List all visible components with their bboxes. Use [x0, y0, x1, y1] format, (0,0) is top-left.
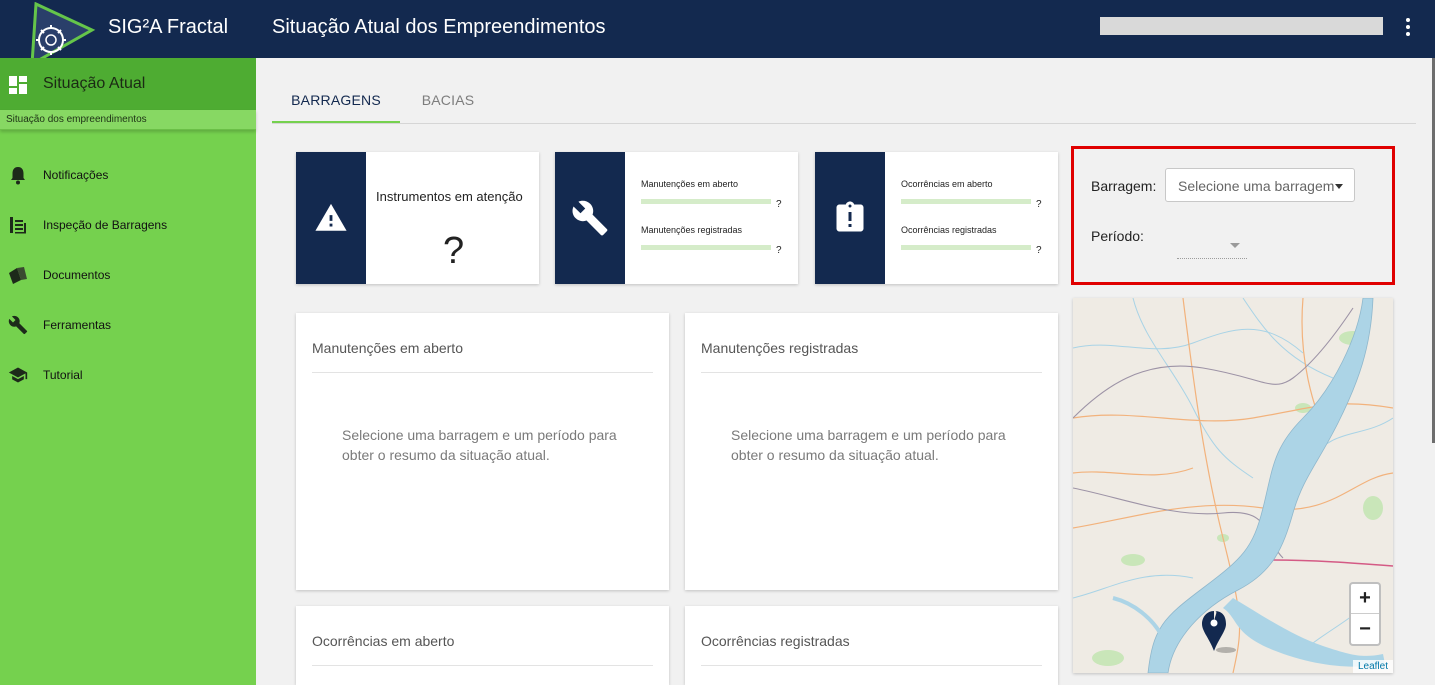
divider [312, 665, 653, 666]
manutencoes-card[interactable]: Manutenções em aberto ? Manutenções regi… [555, 152, 798, 284]
map-zoom-control: + − [1349, 582, 1381, 646]
sidebar: Situação Atual Situação dos empreendimen… [0, 58, 256, 685]
ocorrencias-registradas-label: Ocorrências registradas [901, 225, 997, 235]
top-app-bar: SIG²A Fractal Situação Atual dos Empreen… [0, 0, 1435, 62]
map-attribution-link[interactable]: Leaflet [1352, 660, 1393, 673]
barragem-select[interactable]: Selecione uma barragem [1165, 168, 1355, 202]
chevron-down-icon [1335, 184, 1343, 189]
sidebar-item-situacao-atual[interactable]: Situação Atual [0, 58, 256, 110]
bell-icon [11, 167, 25, 185]
ocorrencias-aberto-label: Ocorrências em aberto [901, 179, 993, 189]
ocorrencias-registradas-panel: Ocorrências registradas [685, 606, 1058, 685]
panel-title: Manutenções em aberto [312, 340, 463, 356]
sidebar-item-documentos[interactable]: Documentos [0, 256, 256, 296]
panel-title: Ocorrências registradas [701, 633, 850, 649]
map-marker-icon[interactable] [1202, 611, 1236, 653]
ocorrencias-aberto-bar [901, 199, 1031, 204]
periodo-label: Período: [1091, 228, 1144, 244]
wrench-icon [8, 315, 28, 335]
filter-panel: Barragem: Selecione uma barragem Período… [1071, 146, 1395, 285]
barragem-select-value: Selecione uma barragem [1178, 178, 1335, 194]
sidebar-item-label: Tutorial [43, 368, 83, 382]
ocorrencias-icon-panel [815, 152, 885, 284]
manutencoes-registradas-label: Manutenções registradas [641, 225, 743, 235]
sidebar-subitem-label: Situação dos empreendimentos [6, 114, 147, 125]
sidebar-item-ferramentas[interactable]: Ferramentas [0, 306, 256, 346]
instrumentos-value: ? [443, 230, 465, 272]
clipboard-alert-icon [836, 201, 864, 232]
sidebar-item-tutorial[interactable]: Tutorial [0, 356, 256, 396]
tab-barragens[interactable]: BARRAGENS [272, 76, 400, 123]
sidebar-item-label: Situação Atual [43, 75, 146, 92]
app-title[interactable]: SIG²A Fractal [108, 16, 228, 39]
manutencoes-aberto-label: Manutenções em aberto [641, 179, 739, 189]
inspection-icon [10, 217, 26, 234]
sidebar-item-label: Ferramentas [43, 318, 112, 332]
divider [701, 372, 1042, 373]
manutencoes-registradas-bar [641, 245, 771, 250]
ocorrencias-registradas-bar [901, 245, 1031, 250]
tab-bar: BARRAGENS BACIAS [272, 76, 1416, 124]
sidebar-subitem-situacao[interactable]: Situação dos empreendimentos [0, 110, 256, 130]
graduation-cap-icon [8, 367, 28, 383]
manutencoes-aberto-panel: Manutenções em aberto Selecione uma barr… [296, 313, 669, 590]
tab-bacias[interactable]: BACIAS [400, 76, 496, 123]
barragem-label: Barragem: [1091, 178, 1157, 194]
page-title: Situação Atual dos Empreendimentos [272, 16, 606, 38]
dashboard-icon [9, 76, 27, 94]
sidebar-item-notificacoes[interactable]: Notificações [0, 156, 256, 196]
instrumentos-card[interactable]: Instrumentos em atenção ? [296, 152, 539, 284]
more-vert-icon[interactable] [1398, 14, 1418, 40]
panel-empty-message: Selecione uma barragem e um período para… [731, 427, 1006, 463]
user-name-redacted [1100, 17, 1383, 35]
sidebar-item-label: Notificações [43, 168, 109, 182]
sidebar-item-label: Documentos [43, 268, 111, 282]
periodo-select[interactable] [1177, 239, 1247, 259]
panel-title: Manutenções registradas [701, 340, 859, 356]
manutencoes-icon-panel [555, 152, 625, 284]
map[interactable]: + − Leaflet [1073, 298, 1393, 673]
active-tab-indicator [272, 121, 400, 123]
chevron-down-icon [1230, 243, 1240, 248]
zoom-in-button[interactable]: + [1351, 584, 1379, 614]
divider [312, 372, 653, 373]
ocorrencias-card[interactable]: Ocorrências em aberto ? Ocorrências regi… [815, 152, 1058, 284]
wrench-icon [572, 200, 608, 236]
warning-icon [315, 203, 347, 231]
zoom-out-button[interactable]: − [1351, 614, 1379, 644]
manutencoes-aberto-bar [641, 199, 771, 204]
sidebar-item-inspecao[interactable]: Inspeção de Barragens [0, 206, 256, 246]
ocorrencias-registradas-value: ? [1036, 245, 1042, 256]
manutencoes-aberto-value: ? [776, 199, 782, 210]
panel-empty-message: Selecione uma barragem e um período para… [342, 427, 617, 463]
divider [701, 665, 1042, 666]
sidebar-item-label: Inspeção de Barragens [43, 218, 168, 232]
manutencoes-registradas-value: ? [776, 245, 782, 256]
app-logo [30, 2, 96, 62]
instrumentos-icon-panel [296, 152, 366, 284]
panel-title: Ocorrências em aberto [312, 633, 455, 649]
map-tiles [1073, 298, 1393, 673]
manutencoes-registradas-panel: Manutenções registradas Selecione uma ba… [685, 313, 1058, 590]
ocorrencias-aberto-panel: Ocorrências em aberto [296, 606, 669, 685]
ocorrencias-aberto-value: ? [1036, 199, 1042, 210]
documents-icon [9, 267, 27, 284]
instrumentos-title: Instrumentos em atenção [376, 189, 523, 204]
